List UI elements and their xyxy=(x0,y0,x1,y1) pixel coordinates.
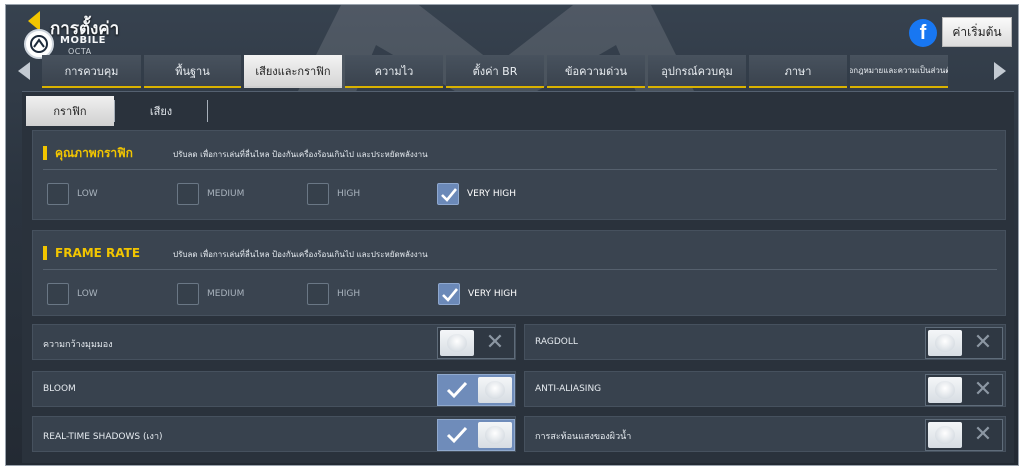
checkbox[interactable] xyxy=(47,183,69,205)
setting-label: RAGDOLL xyxy=(535,337,578,347)
toggle-knob xyxy=(928,377,962,403)
checkbox[interactable] xyxy=(177,183,199,205)
setting-label: ANTI-ALIASING xyxy=(535,384,602,394)
facebook-icon[interactable]: f xyxy=(909,19,937,47)
tab-controls[interactable]: การควบคุม xyxy=(42,55,141,88)
quality-option-high[interactable]: HIGH xyxy=(307,183,360,205)
quality-option-low[interactable]: LOW xyxy=(47,183,98,205)
divider xyxy=(43,269,997,270)
tab-br-settings[interactable]: ตั้งค่า BR xyxy=(446,55,544,88)
quality-option-medium[interactable]: MEDIUM xyxy=(177,183,244,205)
toggle-knob xyxy=(478,377,512,403)
brand-text: MOBILE xyxy=(60,35,106,46)
option-label: VERY HIGH xyxy=(468,289,518,299)
checkbox[interactable] xyxy=(47,283,69,305)
graphics-quality-section: คุณภาพกราฟิก ปรับลด เพื่อการเล่นที่ลื่นไ… xyxy=(32,130,1006,220)
section-description: ปรับลด เพื่อการเล่นที่ลื่นไหล ป้องกันเคร… xyxy=(173,250,428,259)
tab-bar: การควบคุม พื้นฐาน เสียงและกราฟิก ความไว … xyxy=(6,53,1018,91)
checkbox[interactable] xyxy=(307,283,329,305)
back-chevron-icon[interactable] xyxy=(28,11,40,31)
bloom-toggle[interactable] xyxy=(437,374,515,406)
subtab-graphics[interactable]: กราฟิก xyxy=(26,96,114,126)
divider xyxy=(43,169,997,170)
tab-legal-privacy[interactable]: ข้อกฎหมายและความเป็นส่วนตัว xyxy=(850,55,948,88)
tab-scroll-right-icon[interactable] xyxy=(994,62,1006,80)
setting-label: REAL-TIME SHADOWS (เงา) xyxy=(43,432,163,442)
subtab-divider xyxy=(207,100,208,122)
option-label: MEDIUM xyxy=(207,289,245,299)
fov-toggle[interactable]: ✕ xyxy=(437,327,515,359)
checkmark-icon xyxy=(441,188,458,202)
toggle-knob xyxy=(928,422,962,448)
section-title: FRAME RATE xyxy=(55,246,141,260)
checkbox-checked[interactable] xyxy=(438,283,460,305)
fov-row: ความกว้างมุมมอง ✕ xyxy=(32,324,516,360)
ragdoll-row: RAGDOLL ✕ xyxy=(524,324,1006,360)
option-label: LOW xyxy=(77,289,98,299)
section-title: คุณภาพกราฟิก xyxy=(55,145,133,160)
water-reflection-row: การสะท้อนแสงของผิวน้ำ ✕ xyxy=(524,416,1006,452)
option-label: HIGH xyxy=(337,189,361,199)
tab-scroll-left-icon[interactable] xyxy=(18,62,30,80)
tab-basic[interactable]: พื้นฐาน xyxy=(144,55,241,88)
toggle-knob xyxy=(928,330,962,356)
checkbox-checked[interactable] xyxy=(437,183,459,205)
tab-sensitivity[interactable]: ความไว xyxy=(345,55,443,88)
checkmark-icon xyxy=(442,288,459,302)
close-icon: ✕ xyxy=(973,377,993,402)
anti-aliasing-row: ANTI-ALIASING ✕ xyxy=(524,371,1006,407)
subtab-bar: กราฟิก เสียง xyxy=(26,96,208,126)
ragdoll-toggle[interactable]: ✕ xyxy=(925,327,1003,359)
checkmark-icon xyxy=(446,426,468,444)
framerate-option-low[interactable]: LOW xyxy=(47,283,98,305)
section-description: ปรับลด เพื่อการเล่นที่ลื่นไหล ป้องกันเคร… xyxy=(173,150,428,159)
anti-aliasing-toggle[interactable]: ✕ xyxy=(925,374,1003,406)
checkbox[interactable] xyxy=(177,283,199,305)
tab-quick-messages[interactable]: ข้อความด่วน xyxy=(547,55,645,88)
framerate-option-medium[interactable]: MEDIUM xyxy=(177,283,244,305)
checkmark-icon xyxy=(446,381,468,399)
reset-default-button[interactable]: ค่าเริ่มต้น xyxy=(942,17,1012,47)
section-marker xyxy=(43,146,47,160)
settings-window: การตั้งค่า MOBILE OCTA f ค่าเริ่มต้น การ… xyxy=(5,4,1019,466)
realtime-shadows-toggle[interactable] xyxy=(437,419,515,451)
quality-option-very-high[interactable]: VERY HIGH xyxy=(437,183,516,205)
setting-label: การสะท้อนแสงของผิวน้ำ xyxy=(535,432,632,442)
top-bar: การตั้งค่า MOBILE OCTA f ค่าเริ่มต้น xyxy=(6,5,1018,59)
close-icon: ✕ xyxy=(973,330,993,355)
water-reflection-toggle[interactable]: ✕ xyxy=(925,419,1003,451)
option-label: LOW xyxy=(77,189,98,199)
tab-controller[interactable]: อุปกรณ์ควบคุม xyxy=(648,55,746,88)
settings-panel: กราฟิก เสียง คุณภาพกราฟิก ปรับลด เพื่อกา… xyxy=(22,91,1014,463)
option-label: HIGH xyxy=(337,289,361,299)
framerate-option-high[interactable]: HIGH xyxy=(307,283,360,305)
option-label: MEDIUM xyxy=(207,189,245,199)
frame-rate-section: FRAME RATE ปรับลด เพื่อการเล่นที่ลื่นไหล… xyxy=(32,230,1006,316)
realtime-shadows-row: REAL-TIME SHADOWS (เงา) xyxy=(32,416,516,452)
toggle-knob xyxy=(478,422,512,448)
close-icon: ✕ xyxy=(973,422,993,447)
tab-language[interactable]: ภาษา xyxy=(749,55,847,88)
subtab-audio[interactable]: เสียง xyxy=(115,96,207,126)
setting-label: BLOOM xyxy=(43,384,76,394)
checkbox[interactable] xyxy=(307,183,329,205)
option-label: VERY HIGH xyxy=(467,189,517,199)
setting-label: ความกว้างมุมมอง xyxy=(43,340,113,350)
bloom-row: BLOOM xyxy=(32,371,516,407)
tab-audio-graphics[interactable]: เสียงและกราฟิก xyxy=(244,55,342,88)
close-icon: ✕ xyxy=(485,330,505,355)
framerate-option-very-high[interactable]: VERY HIGH xyxy=(438,283,517,305)
section-marker xyxy=(43,246,47,260)
toggle-knob xyxy=(440,330,474,356)
